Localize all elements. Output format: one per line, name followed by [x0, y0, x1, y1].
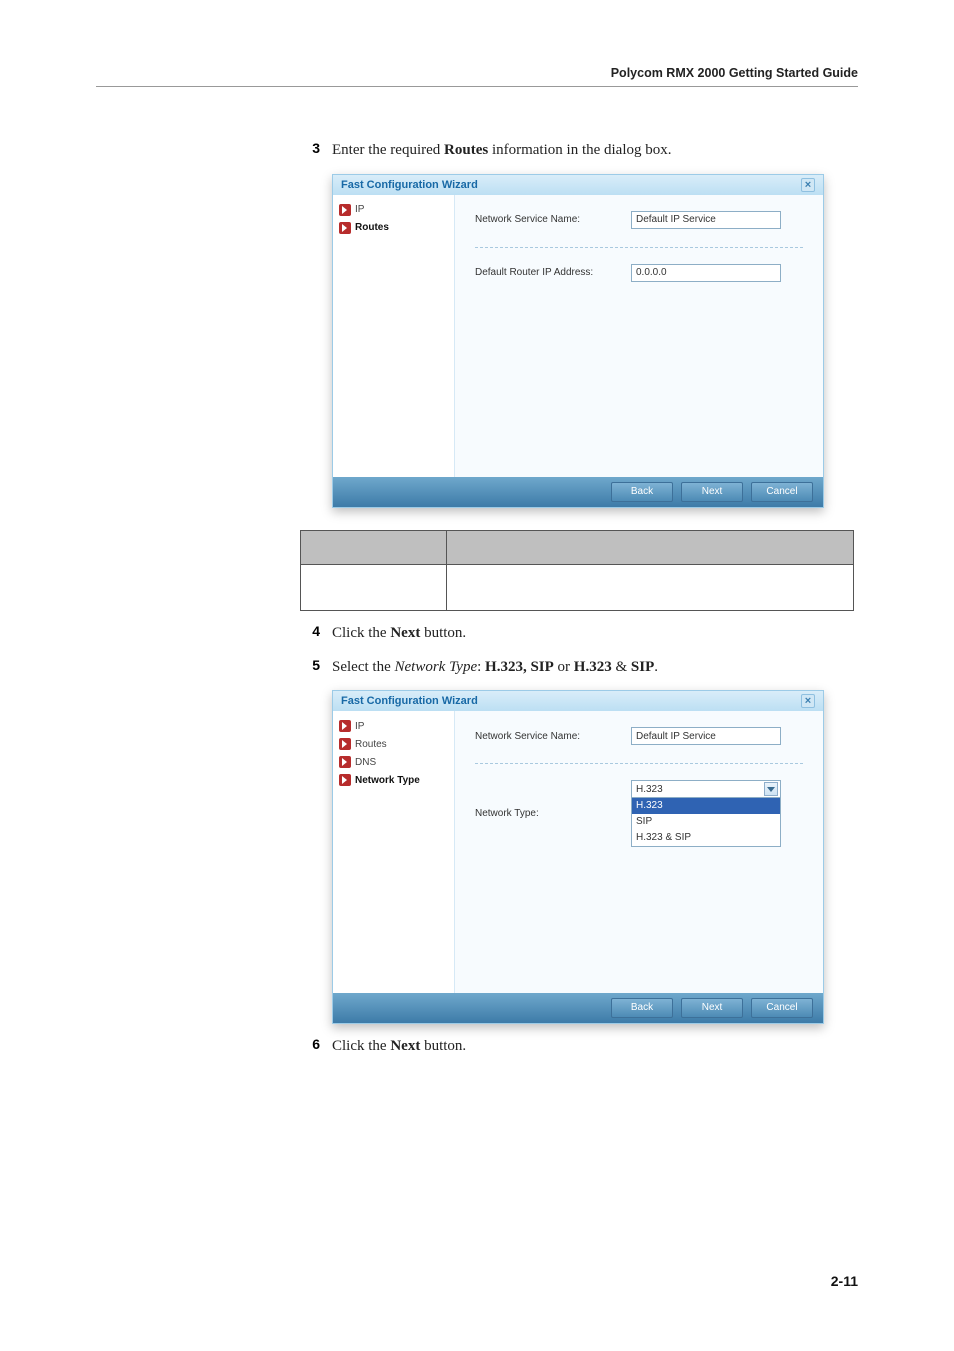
chevron-right-icon [339, 756, 351, 768]
wizard-network-type: Fast Configuration Wizard × IP Routes D [332, 690, 824, 1024]
breadcrumb: Polycom RMX 2000 Getting Started Guide [611, 66, 858, 80]
text: Click the [332, 625, 390, 641]
sidebar-item-label: DNS [355, 757, 376, 768]
text: information in the dialog box. [488, 142, 671, 158]
label-network-type: Network Type: [475, 808, 615, 819]
table-header-cell [447, 530, 854, 564]
step-number: 5 [300, 657, 320, 673]
network-service-name-input[interactable]: Default IP Service [631, 727, 781, 745]
table-header-cell [301, 530, 447, 564]
sidebar-item-label: IP [355, 204, 364, 215]
sidebar-item-label: Routes [355, 222, 389, 233]
wizard-routes: Fast Configuration Wizard × IP Routes [332, 174, 824, 508]
chevron-right-icon [339, 774, 351, 786]
sidebar-item-network-type[interactable]: Network Type [337, 771, 450, 789]
wizard-main: Network Service Name: Default IP Service… [455, 711, 823, 993]
wizard-title: Fast Configuration Wizard [341, 691, 478, 711]
cancel-button[interactable]: Cancel [751, 998, 813, 1018]
text-bold: SIP [631, 659, 654, 675]
step-number: 4 [300, 623, 320, 639]
network-type-select[interactable]: H.323 H.323 SIP H.323 & SIP [631, 780, 781, 847]
wizard-title: Fast Configuration Wizard [341, 175, 478, 195]
text-bold: Next [390, 625, 420, 641]
chevron-right-icon [339, 720, 351, 732]
table-row [301, 564, 854, 610]
text: Select the [332, 659, 394, 675]
sidebar-item-ip[interactable]: IP [337, 717, 450, 735]
text: Enter the required [332, 142, 444, 158]
wizard-titlebar: Fast Configuration Wizard × [333, 691, 823, 711]
network-service-name-input[interactable]: Default IP Service [631, 211, 781, 229]
text: : [477, 659, 485, 675]
text: Click the [332, 1038, 390, 1054]
select-option[interactable]: SIP [632, 814, 780, 830]
select-option[interactable]: H.323 [632, 798, 780, 814]
step-6: 6 Click the Next button. [300, 1036, 858, 1058]
sidebar-item-label: IP [355, 721, 364, 732]
divider-dashed [475, 763, 803, 764]
empty-table [300, 530, 854, 611]
select-value: H.323 [636, 784, 663, 795]
table-header-row [301, 530, 854, 564]
sidebar-item-routes[interactable]: Routes [337, 219, 450, 237]
label-network-service-name: Network Service Name: [475, 731, 615, 742]
default-router-ip-input[interactable]: 0.0.0.0 [631, 264, 781, 282]
step-number: 6 [300, 1036, 320, 1052]
text-bold: Routes [444, 142, 488, 158]
divider-dashed [475, 247, 803, 248]
text: . [654, 659, 658, 675]
table-cell [447, 564, 854, 610]
label-network-service-name: Network Service Name: [475, 214, 615, 225]
text-bold: H.323 [574, 659, 612, 675]
cancel-button[interactable]: Cancel [751, 482, 813, 502]
back-button[interactable]: Back [611, 482, 673, 502]
chevron-right-icon [339, 204, 351, 216]
back-button[interactable]: Back [611, 998, 673, 1018]
wizard-sidebar: IP Routes [333, 195, 455, 477]
label-default-router-ip: Default Router IP Address: [475, 267, 615, 278]
step-text: Enter the required Routes information in… [332, 140, 672, 162]
close-icon[interactable]: × [801, 178, 815, 192]
text-bold: H.323, SIP [485, 659, 554, 675]
sidebar-item-ip[interactable]: IP [337, 201, 450, 219]
chevron-right-icon [339, 222, 351, 234]
sidebar-item-routes[interactable]: Routes [337, 735, 450, 753]
select-options: H.323 SIP H.323 & SIP [631, 798, 781, 847]
page-number: 2-11 [831, 1273, 858, 1289]
text-bold: Next [390, 1038, 420, 1054]
step-5: 5 Select the Network Type: H.323, SIP or… [300, 657, 858, 679]
text: button. [420, 1038, 466, 1054]
next-button[interactable]: Next [681, 998, 743, 1018]
header-rule [96, 86, 858, 87]
sidebar-item-label: Network Type [355, 775, 420, 786]
chevron-down-icon [764, 782, 778, 796]
chevron-right-icon [339, 738, 351, 750]
text: button. [420, 625, 466, 641]
step-text: Select the Network Type: H.323, SIP or H… [332, 657, 658, 679]
step-text: Click the Next button. [332, 623, 466, 645]
step-4: 4 Click the Next button. [300, 623, 858, 645]
sidebar-item-label: Routes [355, 739, 387, 750]
table-cell [301, 564, 447, 610]
step-text: Click the Next button. [332, 1036, 466, 1058]
sidebar-item-dns[interactable]: DNS [337, 753, 450, 771]
text: or [554, 659, 574, 675]
wizard-main: Network Service Name: Default IP Service… [455, 195, 823, 477]
step-3: 3 Enter the required Routes information … [300, 140, 858, 162]
wizard-sidebar: IP Routes DNS Network Type [333, 711, 455, 993]
text-italic: Network Type [394, 659, 477, 675]
close-icon[interactable]: × [801, 694, 815, 708]
step-number: 3 [300, 140, 320, 156]
text: & [612, 659, 631, 675]
wizard-titlebar: Fast Configuration Wizard × [333, 175, 823, 195]
select-option[interactable]: H.323 & SIP [632, 830, 780, 846]
next-button[interactable]: Next [681, 482, 743, 502]
wizard-footer: Back Next Cancel [333, 993, 823, 1023]
wizard-footer: Back Next Cancel [333, 477, 823, 507]
